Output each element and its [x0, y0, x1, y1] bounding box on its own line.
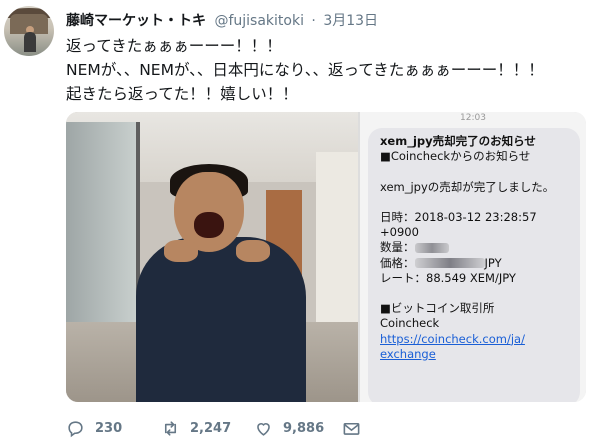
retweet-button[interactable]: 2,247: [161, 416, 231, 440]
price-row: 価格： JPY: [380, 255, 502, 270]
tweet-line: 起きたら返ってた！！嬉しい！！: [66, 85, 298, 103]
tweet-line: NEMが、、NEMが、、日本円になり、、返ってきたぁぁぁーーー！！！: [66, 61, 544, 79]
author-handle[interactable]: @fujisakitoki: [214, 13, 304, 29]
retweet-count: 2,247: [190, 420, 232, 436]
message-timezone: +0900: [380, 225, 419, 240]
message-from: ■Coincheckからのお知らせ: [380, 149, 531, 164]
heart-icon: [257, 422, 270, 436]
tweet-line: 返ってきたぁぁぁーーー！！！: [66, 37, 282, 55]
exchange-name: ■ビットコイン取引所: [380, 301, 495, 316]
status-time: 12:03: [460, 113, 486, 123]
message-content: xem_jpy売却完了のお知らせ ■Coincheckからのお知らせ xem_j…: [380, 134, 580, 362]
coincheck-link-continued[interactable]: exchange: [380, 347, 580, 362]
blurred-value: [414, 258, 485, 269]
reply-count: 230: [95, 420, 123, 436]
author-name[interactable]: 藤崎マーケット・トキ: [66, 13, 206, 29]
tweet-header: 藤崎マーケット・トキ @fujisakitoki · 3月13日: [66, 11, 378, 31]
separator: ·: [311, 13, 316, 29]
message-title: xem_jpy売却完了のお知らせ: [380, 134, 536, 148]
like-button[interactable]: 9,886: [254, 416, 324, 440]
dm-button[interactable]: [342, 416, 361, 440]
exchange-brand: Coincheck: [380, 316, 440, 331]
message-body: xem_jpyの売却が完了しました。: [380, 179, 555, 194]
reply-icon: [68, 420, 83, 437]
reply-button[interactable]: 230: [66, 416, 122, 440]
quantity-row: 数量：: [380, 240, 580, 255]
tweet-actions: 230 2,247 9,886: [66, 416, 396, 440]
like-count: 9,886: [283, 420, 325, 436]
celebration-photo[interactable]: [66, 112, 358, 402]
blurred-value: [414, 242, 449, 253]
coincheck-link[interactable]: https://coincheck.com/ja/: [380, 332, 580, 347]
tweet-media[interactable]: 12:03 xem_jpy売却完了のお知らせ ■Coincheckからのお知らせ…: [66, 112, 586, 402]
avatar[interactable]: [4, 6, 54, 56]
envelope-icon: [343, 422, 360, 435]
message-datetime: 日時：2018-03-12 23:28:57: [380, 209, 537, 224]
retweet-icon: [164, 420, 177, 436]
rate-row: レート：88.549 XEM/JPY: [380, 270, 516, 285]
tweet-text: 返ってきたぁぁぁーーー！！！ NEMが、、NEMが、、日本円になり、、返ってきた…: [66, 34, 586, 106]
sms-screenshot[interactable]: 12:03 xem_jpy売却完了のお知らせ ■Coincheckからのお知らせ…: [360, 112, 586, 402]
tweet-date[interactable]: 3月13日: [323, 13, 378, 29]
